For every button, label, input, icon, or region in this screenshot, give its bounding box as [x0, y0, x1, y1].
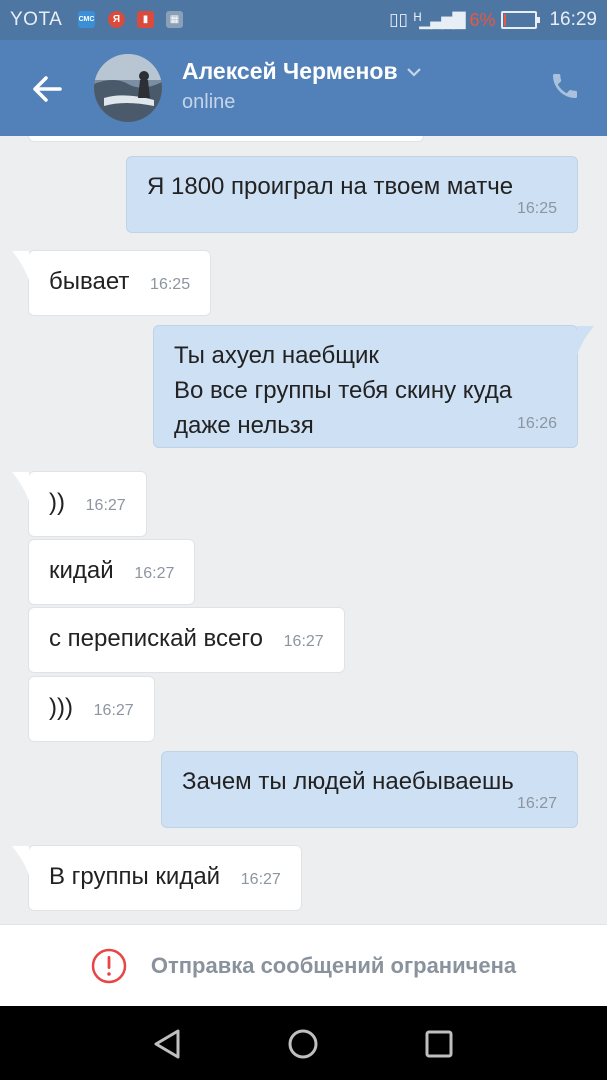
- bubble-tail: [12, 472, 29, 501]
- message-bubble-incoming[interactable]: бывает 16:25: [12, 250, 212, 316]
- message-bubble-incoming[interactable]: кидай 16:27: [28, 539, 196, 605]
- bubble-tail: [577, 326, 594, 355]
- message-time: 16:25: [516, 200, 557, 217]
- clock: 16:29: [549, 9, 597, 30]
- message-line: Ты ахуел наебщик: [174, 342, 379, 369]
- message-bubble-outgoing[interactable]: Я 1800 проиграл на твоем матче 16:25: [126, 156, 578, 233]
- chevron-down-icon: [406, 67, 421, 77]
- exclamation-circle-icon: [91, 948, 127, 983]
- square-recents-icon[interactable]: [421, 1026, 457, 1062]
- restriction-text: Отправка сообщений ограничена: [150, 952, 517, 978]
- message-time: 16:27: [93, 702, 134, 719]
- status-bar: YOTA СМС Я ▮ ▦ ▯▯ ᴴ▁▃▅▇ 6% 16:29: [0, 0, 607, 40]
- message-line: Во все группы тебя скину куда: [174, 377, 513, 404]
- message-bubble-partial: [28, 136, 424, 142]
- battery-icon: [501, 11, 541, 29]
- contact-name: Алексей Черменов: [182, 58, 398, 84]
- message-list[interactable]: Я 1800 проиграл на твоем матче 16:25 быв…: [0, 136, 607, 924]
- chat-header: Алексей Черменов online: [0, 40, 607, 136]
- avatar[interactable]: [94, 54, 162, 122]
- message-text: с перепискай всего: [49, 625, 263, 652]
- message-bubble-incoming[interactable]: В группы кидай 16:27: [12, 845, 302, 911]
- message-time: 16:27: [283, 633, 324, 650]
- message-text: ))): [49, 694, 73, 721]
- message-text: кидай: [49, 557, 114, 584]
- triangle-back-icon[interactable]: [150, 1026, 186, 1062]
- battery-percent: 6%: [469, 9, 496, 30]
- message-line: даже нельзя: [174, 412, 314, 439]
- message-bubble-incoming[interactable]: с перепискай всего 16:27: [28, 607, 345, 673]
- message-time: 16:27: [85, 497, 126, 514]
- system-nav-bar: [0, 1006, 607, 1080]
- signal-icon: ᴴ▁▃▅▇: [413, 10, 466, 29]
- circle-home-icon[interactable]: [285, 1026, 321, 1062]
- message-text: Я 1800 проиграл на твоем матче: [147, 173, 514, 200]
- message-bubble-outgoing[interactable]: Ты ахуел наебщик Во все группы тебя скин…: [153, 325, 594, 448]
- notification-app-icon: ▮: [137, 11, 154, 28]
- sim-card-icon: СМС: [78, 11, 95, 28]
- message-text: )): [49, 489, 65, 516]
- phone-icon[interactable]: [549, 70, 581, 102]
- status-right: ▯▯ ᴴ▁▃▅▇ 6% 16:29: [389, 8, 597, 32]
- avatar-photo: [94, 54, 162, 122]
- contact-info[interactable]: Алексей Черменов online: [182, 58, 422, 114]
- vibrate-icon: ▯▯: [389, 10, 408, 29]
- gallery-icon: ▦: [166, 11, 183, 28]
- message-bubble-incoming[interactable]: )) 16:27: [12, 471, 147, 537]
- message-bubble-outgoing[interactable]: Зачем ты людей наебываешь 16:27: [161, 751, 578, 828]
- yandex-icon: Я: [108, 11, 125, 28]
- message-text: В группы кидай: [49, 863, 221, 890]
- message-text: бывает: [49, 268, 130, 295]
- arrow-left-icon[interactable]: [30, 72, 64, 106]
- message-time: 16:27: [516, 795, 557, 812]
- contact-title: Алексей Черменов: [182, 58, 422, 85]
- bubble-tail: [12, 251, 29, 280]
- message-text: Зачем ты людей наебываешь: [182, 768, 514, 795]
- send-restriction-banner: Отправка сообщений ограничена: [0, 924, 607, 1006]
- message-time: 16:25: [150, 276, 191, 293]
- message-time: 16:27: [134, 565, 175, 582]
- message-bubble-incoming[interactable]: ))) 16:27: [28, 676, 155, 742]
- message-time: 16:27: [240, 871, 281, 888]
- carrier-label: YOTA: [10, 9, 63, 30]
- bubble-tail: [12, 846, 29, 875]
- contact-status: online: [182, 91, 236, 113]
